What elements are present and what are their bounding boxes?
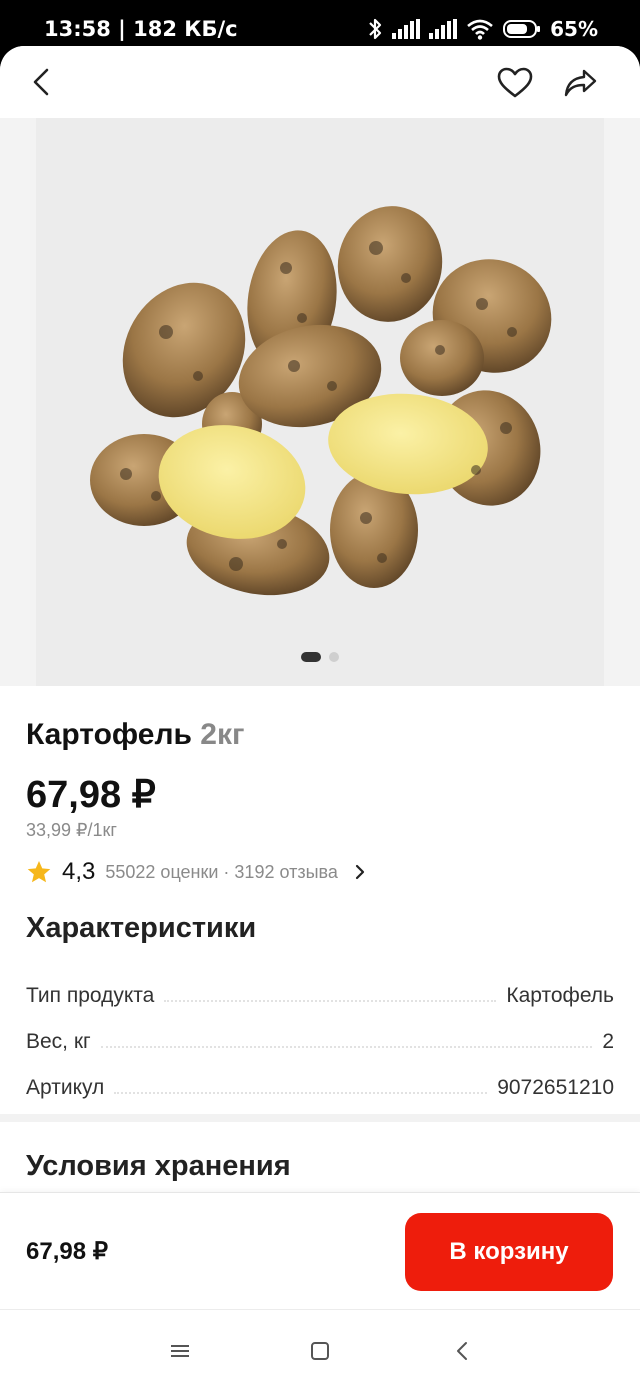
- signal-icon: [429, 19, 458, 39]
- battery-icon: [503, 20, 541, 38]
- home-icon: [311, 1342, 329, 1360]
- storage-title: Условия хранения: [26, 1150, 291, 1182]
- back-icon: [457, 1342, 467, 1360]
- nav-back-button[interactable]: [442, 1334, 482, 1368]
- system-nav-bar: [0, 1309, 640, 1387]
- star-icon: [27, 860, 51, 883]
- spec-value: 9072651210: [497, 1076, 614, 1099]
- nav-home-button[interactable]: [300, 1334, 340, 1368]
- pagination-dot-active[interactable]: [301, 652, 321, 662]
- pagination-dot[interactable]: [329, 652, 339, 662]
- bluetooth-icon: [369, 18, 382, 40]
- spec-row-weight: Вес, кг 2: [26, 1024, 614, 1054]
- rating-meta: 55022 оценки · 3192 отзыва: [105, 861, 338, 882]
- share-button[interactable]: [560, 62, 602, 104]
- spec-row-type: Тип продукта Картофель: [26, 978, 614, 1008]
- spec-label: Тип продукта: [26, 984, 155, 1007]
- heart-icon: [497, 67, 533, 98]
- product-price: 67,98 ₽: [26, 774, 156, 816]
- nav-menu-button[interactable]: [160, 1334, 200, 1368]
- gallery-image-frame: [36, 118, 604, 686]
- add-to-cart-button[interactable]: В корзину: [405, 1213, 613, 1291]
- battery-percent: 65%: [550, 17, 598, 41]
- back-button[interactable]: [22, 62, 62, 102]
- dotted-leader: [114, 1092, 488, 1094]
- signal-icon: [392, 19, 421, 39]
- bottom-purchase-bar: 67,98 ₽ В корзину: [0, 1192, 640, 1309]
- product-name: Картофель: [26, 718, 192, 751]
- potatoes-product-photo: [90, 206, 552, 596]
- wifi-icon: [467, 19, 493, 40]
- section-divider: [0, 1114, 640, 1122]
- product-gallery[interactable]: [0, 118, 640, 686]
- spec-row-article: Артикул 9072651210: [26, 1070, 614, 1100]
- unit-price: 33,99 ₽/1кг: [26, 820, 117, 840]
- chevron-right-icon: [355, 864, 364, 880]
- status-icons: 65%: [367, 14, 598, 44]
- top-bar: [0, 46, 640, 118]
- back-arrow-icon: [33, 68, 49, 96]
- rating-value: 4,3: [62, 858, 96, 885]
- dotted-leader: [100, 1046, 593, 1048]
- favorite-button[interactable]: [494, 62, 536, 104]
- spec-value: 2: [602, 1030, 614, 1053]
- spec-label: Вес, кг: [26, 1030, 91, 1053]
- gallery-pagination[interactable]: [0, 652, 640, 662]
- status-time-speed: 13:58 | 182 КБ/с: [44, 17, 238, 41]
- dotted-leader: [164, 1000, 497, 1002]
- share-icon: [564, 69, 597, 97]
- spec-label: Артикул: [26, 1076, 105, 1099]
- product-weight: 2кг: [200, 718, 245, 751]
- product-title: Картофель 2кг: [26, 718, 245, 752]
- spec-value: Картофель: [506, 984, 614, 1007]
- menu-icon: [171, 1345, 189, 1357]
- bottom-price: 67,98 ₽: [26, 1238, 108, 1265]
- rating-row[interactable]: 4,3 55022 оценки · 3192 отзыва: [26, 852, 426, 892]
- product-screen: Картофель 2кг 67,98 ₽ 33,99 ₽/1кг 4,3 55…: [0, 46, 640, 1387]
- specs-title: Характеристики: [26, 912, 257, 944]
